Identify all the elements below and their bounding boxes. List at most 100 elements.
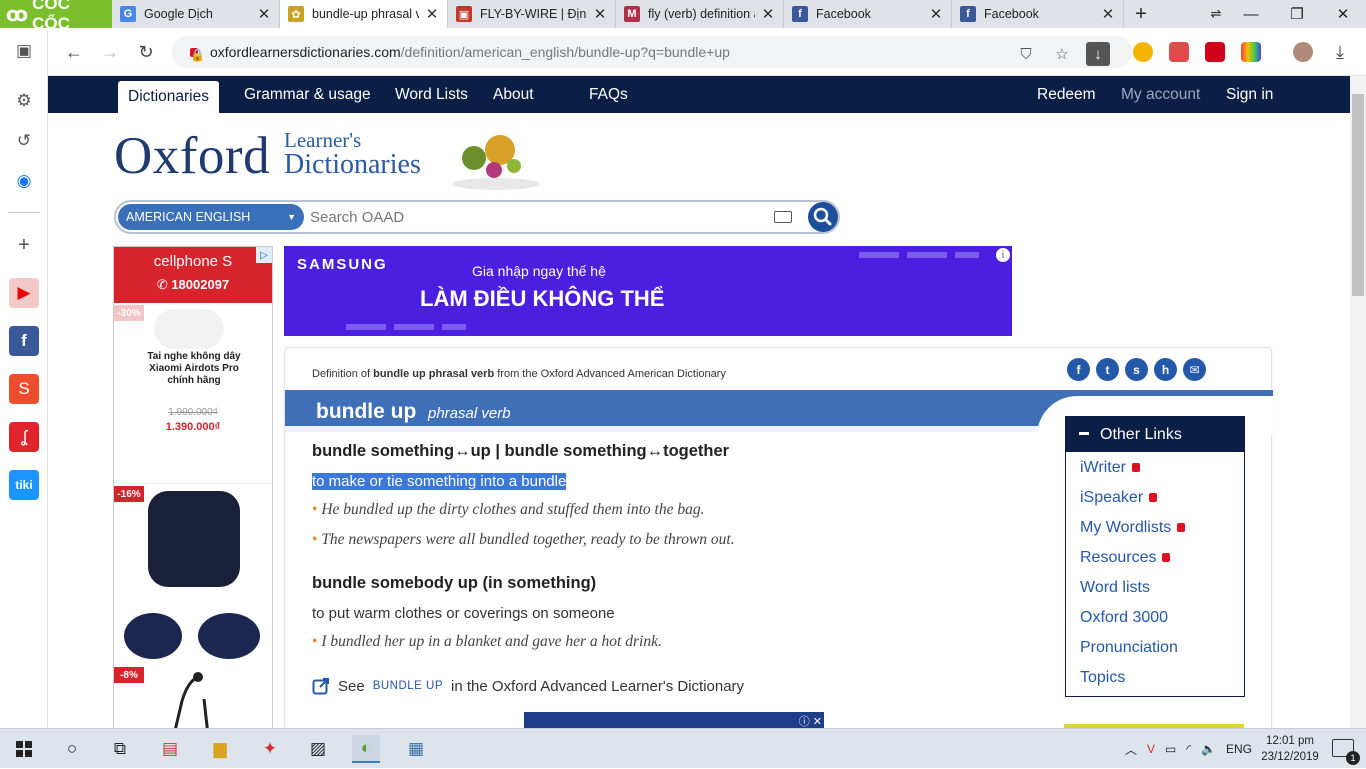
new-tab-button[interactable]: + [1126, 0, 1156, 28]
close-icon[interactable]: ✕ [425, 5, 439, 23]
hyves-share-icon[interactable]: h [1154, 358, 1177, 381]
back-button[interactable]: ← [60, 38, 88, 66]
stumbleupon-share-icon[interactable]: s [1125, 358, 1148, 381]
scrollbar-thumb[interactable] [1352, 94, 1364, 296]
volume-icon[interactable]: 🔈 [1201, 742, 1216, 756]
facebook-share-icon[interactable]: f [1067, 358, 1090, 381]
battery-icon[interactable]: ▭ [1165, 742, 1176, 756]
samsung-ad[interactable]: SAMSUNG Gia nhập ngay thế hệ LÀM ĐIỀU KH… [284, 246, 1012, 336]
file-explorer-icon[interactable]: ▆ [206, 735, 234, 763]
minimize-button[interactable]: — [1228, 0, 1274, 28]
sidebar-divider [8, 212, 40, 213]
link-label: Resources [1080, 549, 1157, 566]
maximize-button[interactable]: ❐ [1274, 0, 1320, 28]
downloads-icon[interactable]: ⤓ [1326, 38, 1354, 66]
bookmark-star-icon[interactable]: ☆ [1050, 42, 1074, 66]
merriam-favicon: M [624, 6, 640, 22]
tab-cambridge[interactable]: ▣ FLY-BY-WIRE | Định n ✕ [448, 0, 616, 28]
pdf-extension-icon[interactable] [1205, 42, 1225, 62]
windows-start-icon[interactable] [10, 735, 38, 763]
search-input[interactable] [310, 207, 750, 227]
close-window-button[interactable]: ✕ [1320, 0, 1366, 28]
tab-facebook-1[interactable]: f Facebook ✕ [784, 0, 952, 28]
vietkey-icon[interactable]: V [1147, 742, 1155, 756]
nav-word-lists[interactable]: Word Lists [395, 76, 468, 113]
history-icon[interactable]: ↺ [9, 126, 39, 156]
close-icon[interactable]: ✕ [761, 5, 775, 23]
sidebar-toggle-icon[interactable]: ▣ [9, 36, 39, 66]
close-icon[interactable]: ✕ [257, 5, 271, 23]
bottom-ad[interactable]: ⓘ ✕ [524, 712, 824, 728]
coccoc-menu-button[interactable]: ꝏ CỐC CỐC [0, 0, 112, 33]
old-price: 1.990.000₫ [168, 407, 218, 418]
search-icon[interactable]: ○ [58, 735, 86, 763]
adblock-extension-icon[interactable] [1169, 42, 1189, 62]
tab-merriam[interactable]: M fly (verb) definition a ✕ [616, 0, 784, 28]
nav-sign-in[interactable]: Sign in [1226, 76, 1273, 113]
search-button[interactable] [808, 202, 838, 232]
tab-oxford[interactable]: ✿ bundle-up phrasal ve ✕ [280, 0, 448, 28]
sticky-notes-icon[interactable]: ▨ [304, 735, 332, 763]
tab-facebook-2[interactable]: f Facebook ✕ [952, 0, 1124, 28]
bullet-icon: • [312, 633, 318, 650]
reload-button[interactable]: ↻ [132, 38, 160, 66]
colorful-extension-icon[interactable] [1241, 42, 1261, 62]
nav-redeem[interactable]: Redeem [1037, 76, 1096, 113]
other-link-ispeaker[interactable]: iSpeaker [1080, 489, 1158, 507]
dictionary-select[interactable]: AMERICAN ENGLISH ▼ [118, 204, 304, 230]
download-video-icon[interactable]: ↓ [1086, 42, 1110, 66]
ad-header: cellphone S ✆ 18002097 [114, 247, 272, 303]
coccoc-taskbar-icon[interactable]: ◐ [352, 735, 380, 763]
close-icon[interactable]: ✕ [1101, 5, 1115, 23]
lock-icon [1149, 493, 1158, 503]
email-share-icon[interactable]: ✉ [1183, 358, 1206, 381]
other-link-pronunciation[interactable]: Pronunciation [1080, 639, 1178, 657]
wifi-icon[interactable]: ◜ [1186, 742, 1191, 756]
other-links-panel: Other Links iWriter iSpeaker My Wordlist… [1065, 416, 1245, 697]
app-icon[interactable]: ▦ [402, 735, 430, 763]
oxford-logo-text[interactable]: Oxford [114, 126, 270, 186]
language-indicator[interactable]: ENG [1226, 742, 1252, 756]
settings-icon[interactable]: ⚙ [9, 86, 39, 116]
nav-about[interactable]: About [493, 76, 534, 113]
nav-dictionaries[interactable]: Dictionaries [118, 81, 219, 113]
adchoices-icon[interactable]: i [996, 248, 1010, 262]
forward-button[interactable]: → [96, 38, 124, 66]
close-icon[interactable]: ✕ [593, 5, 607, 23]
chevron-up-icon[interactable]: ︿ [1125, 741, 1137, 758]
app-icon[interactable]: ▤ [156, 735, 184, 763]
nav-faqs[interactable]: FAQs [589, 76, 628, 113]
other-link-resources[interactable]: Resources [1080, 549, 1171, 567]
other-link-word-lists[interactable]: Word lists [1080, 579, 1150, 597]
cellphones-ad[interactable]: cellphone S ✆ 18002097 ▷ -30% Tai nghe k… [113, 246, 273, 728]
shopee-icon[interactable]: S [9, 374, 39, 404]
adchoices-icon[interactable]: ▷ [256, 247, 272, 263]
task-view-icon[interactable]: ⧉ [106, 735, 134, 763]
see-suffix: in the Oxford Advanced Learner's Diction… [451, 677, 745, 695]
profile-avatar[interactable] [1293, 42, 1313, 62]
paint-icon[interactable]: ✦ [256, 735, 284, 763]
facebook-icon[interactable]: f [9, 326, 39, 356]
shield-icon[interactable]: ⛉ [1014, 42, 1038, 66]
other-links-header[interactable]: Other Links [1066, 417, 1244, 452]
other-link-iwriter[interactable]: iWriter [1080, 459, 1140, 477]
nav-grammar-usage[interactable]: Grammar & usage [244, 76, 371, 113]
other-link-topics[interactable]: Topics [1080, 669, 1125, 687]
see-link[interactable]: BUNDLE UP [373, 680, 443, 692]
chrome-extension-icon[interactable] [1133, 42, 1153, 62]
messenger-icon[interactable]: ◉ [9, 166, 39, 196]
close-icon[interactable]: ✕ [929, 5, 943, 23]
add-icon[interactable]: + [9, 230, 39, 260]
address-bar[interactable]: 🔒 oxfordlearnersdictionaries.com/definit… [172, 36, 1132, 68]
other-link-oxford-3000[interactable]: Oxford 3000 [1080, 609, 1168, 627]
lazada-icon[interactable]: ʆ [9, 422, 39, 452]
tab-google-translate[interactable]: G Google Dịch ✕ [112, 0, 280, 28]
nav-my-account[interactable]: My account [1121, 76, 1200, 113]
clock[interactable]: 12:01 pm 23/12/2019 [1260, 733, 1320, 765]
twitter-share-icon[interactable]: t [1096, 358, 1119, 381]
keyboard-icon[interactable] [774, 211, 792, 223]
tiki-icon[interactable]: tiki [9, 470, 39, 500]
other-link-my-wordlists[interactable]: My Wordlists [1080, 519, 1186, 537]
ad-close-icon[interactable]: ⓘ ✕ [799, 713, 822, 728]
youtube-icon[interactable]: ▶ [9, 278, 39, 308]
